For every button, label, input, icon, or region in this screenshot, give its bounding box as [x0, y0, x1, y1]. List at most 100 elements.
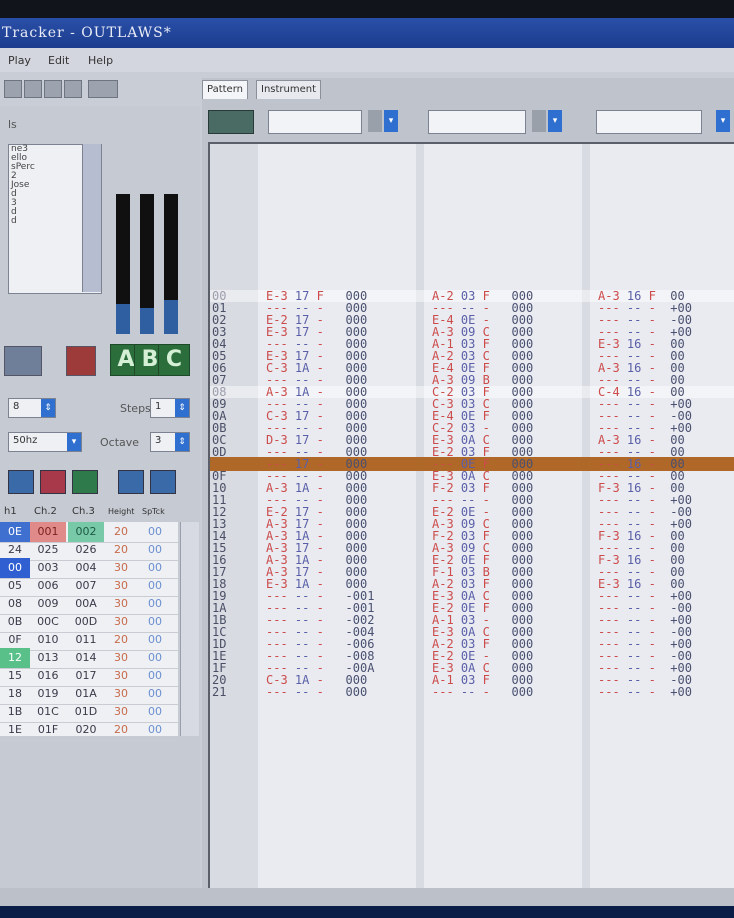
menu-help[interactable]: Help [88, 54, 113, 67]
order-cell[interactable]: 00 [138, 702, 172, 722]
order-cell[interactable]: 00 [138, 522, 172, 542]
pattern-cell-row[interactable]: --- -- - +00 [598, 686, 692, 698]
order-cell[interactable]: 00A [68, 594, 104, 614]
spin-arrows-icon[interactable]: ⇕ [41, 399, 55, 417]
pattern-cell-row[interactable]: --- -- - 000 [266, 686, 367, 698]
note-cell[interactable]: --- [598, 685, 620, 699]
chevron-down-icon[interactable]: ▾ [716, 110, 730, 132]
order-cell[interactable]: 00 [138, 720, 172, 740]
order-cell[interactable]: 025 [30, 540, 66, 560]
order-cell[interactable]: 30 [106, 612, 136, 632]
stop-button[interactable] [4, 80, 22, 98]
order-cell[interactable]: 30 [106, 702, 136, 722]
order-cell[interactable]: 00 [138, 540, 172, 560]
order-cell[interactable]: 30 [106, 666, 136, 686]
param-cell[interactable]: 000 [346, 685, 368, 699]
order-cell[interactable]: 00 [138, 648, 172, 668]
order-cell[interactable]: 009 [30, 594, 66, 614]
order-cell[interactable]: 019 [30, 684, 66, 704]
order-cell[interactable]: 20 [106, 630, 136, 650]
chevron-down-icon[interactable]: ▾ [67, 433, 81, 451]
channel-3-instrument-field[interactable] [596, 110, 702, 134]
note-cell[interactable]: --- [432, 685, 454, 699]
order-cell[interactable]: 0F [0, 630, 30, 650]
order-cell[interactable]: 1E [0, 720, 30, 740]
tab-pattern[interactable]: Pattern [202, 80, 248, 99]
order-cell[interactable]: 003 [30, 558, 66, 578]
order-cell[interactable]: 30 [106, 648, 136, 668]
param-cell[interactable]: 000 [512, 685, 534, 699]
instrument-scrollbar[interactable] [82, 144, 101, 292]
order-cell[interactable]: 007 [68, 576, 104, 596]
order-cell[interactable]: 00 [138, 612, 172, 632]
order-cell[interactable]: 30 [106, 558, 136, 578]
order-cell[interactable]: 20 [106, 720, 136, 740]
instrument-cell[interactable]: -- [627, 685, 641, 699]
speed-stepper[interactable]: 8 ⇕ [8, 398, 56, 418]
order-cell[interactable]: 20 [106, 540, 136, 560]
order-cell[interactable]: 00 [138, 594, 172, 614]
note-cell[interactable]: --- [266, 685, 288, 699]
channel-1-instrument-field[interactable] [268, 110, 362, 134]
order-cell[interactable]: 15 [0, 666, 30, 686]
order-cell[interactable]: 00 [0, 558, 30, 578]
order-cell[interactable]: 00 [138, 666, 172, 686]
order-cell[interactable]: 01F [30, 720, 66, 740]
save-instrument-button[interactable] [4, 346, 42, 376]
menu-edit[interactable]: Edit [48, 54, 69, 67]
order-cell[interactable]: 00C [30, 612, 66, 632]
order-cell[interactable]: 016 [30, 666, 66, 686]
order-cell[interactable]: 1B [0, 702, 30, 722]
order-cell[interactable]: 20 [106, 522, 136, 542]
steps-stepper[interactable]: 1 ⇕ [150, 398, 190, 418]
order-cell[interactable]: 01D [68, 702, 104, 722]
rate-select[interactable]: 50hz ▾ [8, 432, 82, 452]
order-cell[interactable]: 00D [68, 612, 104, 632]
order-cell[interactable]: 010 [30, 630, 66, 650]
pattern-editor[interactable]: 000102030405060708090A0B0C0D0E0F10111213… [208, 142, 734, 906]
duplicate-pattern-button[interactable] [72, 470, 98, 494]
order-cell[interactable]: 014 [68, 648, 104, 668]
order-cell[interactable]: 020 [68, 720, 104, 740]
move-down-button[interactable] [150, 470, 176, 494]
spin-arrows-icon[interactable]: ⇕ [175, 433, 189, 451]
spin-arrows-icon[interactable]: ⇕ [175, 399, 189, 417]
order-cell[interactable]: 006 [30, 576, 66, 596]
order-cell[interactable]: 01A [68, 684, 104, 704]
order-cell[interactable]: 30 [106, 594, 136, 614]
instrument-cell[interactable]: -- [461, 685, 475, 699]
effect-cell[interactable]: - [317, 685, 324, 699]
order-cell[interactable]: 08 [0, 594, 30, 614]
order-list-scrollbar[interactable] [180, 522, 199, 736]
order-row[interactable]: 1E 01F 020 20 00 [0, 720, 178, 741]
pattern-tools-icon[interactable] [208, 110, 254, 134]
channel-c-toggle[interactable]: C [158, 344, 190, 376]
order-cell[interactable]: 24 [0, 540, 30, 560]
order-cell[interactable]: 05 [0, 576, 30, 596]
effect-cell[interactable]: - [649, 685, 656, 699]
param-cell[interactable]: +00 [670, 685, 692, 699]
order-cell[interactable]: 013 [30, 648, 66, 668]
order-cell[interactable]: 0B [0, 612, 30, 632]
order-cell[interactable]: 30 [106, 576, 136, 596]
order-cell[interactable]: 00 [138, 630, 172, 650]
order-cell[interactable]: 011 [68, 630, 104, 650]
order-cell[interactable]: 00 [138, 558, 172, 578]
delete-pattern-button[interactable] [40, 470, 66, 494]
record-button[interactable] [44, 80, 62, 98]
order-list[interactable]: 0E 001 002 20 00 24 025 026 20 00 00 003 004 30 00 05 00… [0, 522, 178, 741]
delete-instrument-button[interactable] [66, 346, 96, 376]
tab-instrument[interactable]: Instrument [256, 80, 322, 99]
pattern-cell-row[interactable]: --- -- - 000 [432, 686, 533, 698]
menu-play[interactable]: Play [8, 54, 31, 67]
instrument-cell[interactable]: -- [295, 685, 309, 699]
export-button[interactable] [88, 80, 118, 98]
order-cell[interactable]: 0E [0, 522, 30, 542]
order-cell[interactable]: 00 [138, 576, 172, 596]
order-cell[interactable]: 001 [30, 522, 66, 542]
order-cell[interactable]: 026 [68, 540, 104, 560]
chevron-down-icon[interactable]: ▾ [548, 110, 562, 132]
play-button[interactable] [24, 80, 42, 98]
order-cell[interactable]: 01C [30, 702, 66, 722]
order-cell[interactable]: 017 [68, 666, 104, 686]
